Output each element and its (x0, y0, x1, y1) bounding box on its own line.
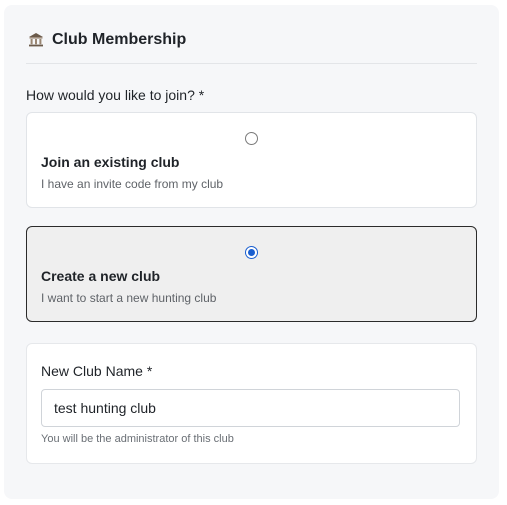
club-name-input[interactable] (41, 389, 460, 427)
join-existing-radio[interactable] (245, 132, 258, 145)
create-new-radio[interactable] (245, 246, 258, 259)
header-divider (26, 63, 477, 64)
option-subtitle: I have an invite code from my club (41, 177, 224, 191)
option-title: Join an existing club (41, 154, 180, 170)
join-method-question: How would you like to join? * (26, 87, 205, 103)
page-title: Club Membership (52, 31, 187, 48)
club-name-help-text: You will be the administrator of this cl… (41, 433, 234, 445)
club-name-label: New Club Name * (41, 363, 153, 379)
bank-building-icon (28, 32, 44, 48)
option-title: Create a new club (41, 268, 161, 284)
new-club-name-section: New Club Name * You will be the administ… (26, 343, 477, 464)
option-subtitle: I want to start a new hunting club (41, 291, 217, 305)
option-create-new-club[interactable]: Create a new club I want to start a new … (26, 226, 477, 322)
club-membership-panel: Club Membership How would you like to jo… (4, 5, 499, 499)
panel-header: Club Membership (28, 31, 186, 49)
option-join-existing-club[interactable]: Join an existing club I have an invite c… (26, 112, 477, 208)
